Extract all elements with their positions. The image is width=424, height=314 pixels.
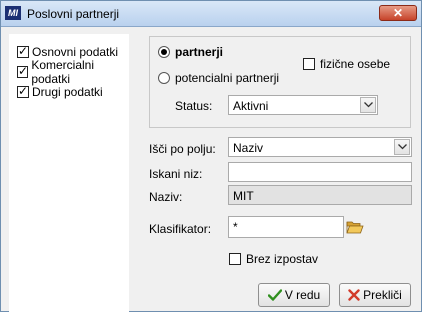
fizicne-checkbox[interactable]	[303, 58, 315, 70]
naziv-label: Naziv:	[149, 190, 183, 204]
close-icon: ✕	[392, 6, 404, 20]
window-title: Poslovni partnerji	[27, 7, 120, 21]
search-field-value: Naziv	[233, 141, 264, 155]
checkmark-icon	[267, 289, 282, 301]
naziv-field: MIT	[228, 185, 412, 205]
cancel-label: Prekliči	[363, 288, 402, 302]
partnerji-label: partnerji	[175, 45, 224, 59]
brez-izpostav-checkbox[interactable]	[229, 253, 241, 265]
chevron-down-icon	[398, 144, 407, 150]
cancel-button[interactable]: Prekliči	[339, 283, 411, 307]
osnovni-checkbox[interactable]	[17, 44, 29, 58]
komercialni-checkbox[interactable]	[17, 64, 28, 78]
potencialni-label: potencialni partnerji	[175, 71, 280, 85]
status-dropdown-button[interactable]	[360, 97, 376, 113]
dialog-window: MI Poslovni partnerji ✕ Osnovni podatki …	[0, 0, 422, 314]
status-value: Aktivni	[233, 99, 269, 113]
chevron-down-icon	[364, 102, 373, 108]
potencialni-radio[interactable]	[158, 72, 170, 84]
folder-open-icon	[346, 221, 364, 234]
fizicne-label: fizične osebe	[320, 57, 391, 71]
status-label: Status:	[175, 99, 213, 113]
radio-potencialni[interactable]: potencialni partnerji	[158, 71, 279, 85]
klasifikator-browse-button[interactable]	[345, 217, 365, 237]
radio-partnerji[interactable]: partnerji	[158, 45, 223, 59]
drugi-checkbox[interactable]	[17, 84, 29, 98]
ok-button[interactable]: V redu	[258, 283, 330, 307]
option-komercialni-podatki[interactable]: Komercialni podatki	[17, 58, 129, 86]
search-field-select[interactable]: Naziv	[228, 137, 412, 157]
osnovni-label: Osnovni podatki	[32, 45, 119, 59]
cancel-x-icon	[348, 289, 360, 301]
klasifikator-label: Klasifikator:	[149, 222, 212, 236]
ok-label: V redu	[284, 288, 321, 302]
search-term-input[interactable]	[228, 162, 412, 182]
app-logo-icon: MI	[5, 6, 21, 20]
field-label: Išči po polju:	[149, 142, 216, 156]
brez-izpostav-label: Brez izpostav	[246, 252, 319, 266]
status-select[interactable]: Aktivni	[228, 95, 378, 115]
title-bar[interactable]: MI Poslovni partnerji ✕	[1, 1, 421, 27]
option-drugi-podatki[interactable]: Drugi podatki	[17, 84, 103, 100]
drugi-label: Drugi podatki	[32, 85, 103, 99]
search-term-label: Iskani niz:	[149, 167, 203, 181]
naziv-value: MIT	[233, 189, 254, 203]
fizicne-osebe-option[interactable]: fizične osebe	[303, 57, 390, 71]
options-panel: Osnovni podatki Komercialni podatki Drug…	[9, 34, 129, 314]
komercialni-label: Komercialni podatki	[31, 58, 95, 86]
search-field-dropdown-button[interactable]	[394, 139, 410, 155]
partnerji-radio[interactable]	[158, 46, 170, 58]
close-button[interactable]: ✕	[379, 5, 417, 21]
brez-izpostav-option[interactable]: Brez izpostav	[229, 252, 318, 266]
klasifikator-value: *	[233, 220, 238, 234]
klasifikator-input[interactable]: *	[228, 216, 344, 238]
